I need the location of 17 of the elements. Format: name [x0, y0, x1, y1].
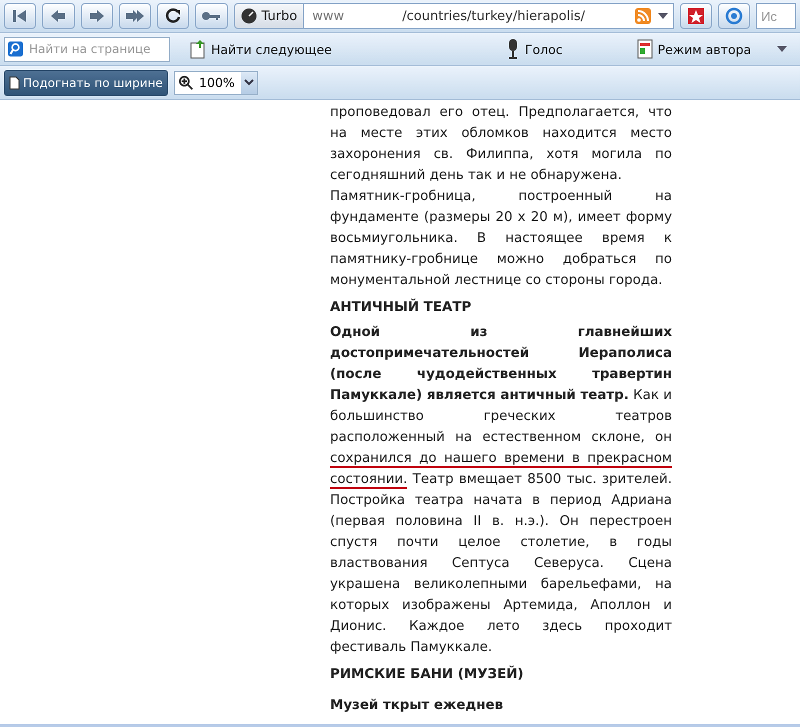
section-heading: РИМСКИЕ БАНИ (МУЗЕЙ) [330, 664, 525, 684]
section-heading: АНТИЧНЫЙ ТЕАТР [330, 298, 472, 317]
search-field[interactable]: Ис [756, 3, 796, 29]
find-next-button[interactable]: Найти следующее [186, 39, 336, 59]
url-host: www [312, 8, 346, 24]
zoom-select[interactable]: 100% [174, 70, 258, 94]
paragraph: проповедовал его отец. Предполагается, что на месте этих обломков находится место захоронения св. Филиппа, хотя могила по сегодняшний день так и не обнаружена. [330, 104, 672, 185]
url-path: /countries/turkey/hierapolis/ [402, 8, 586, 24]
paragraph: Одной из главнейших достопримечательностей Иераполиса (после чудодейственных травертин Памуккале) является античный театр. Как и большинство греческих театров расположенный на естественном склоне, он сохранился до нашего времени в прекрасном состоянии. Театр вмещает 8500 тыс. зрителей. Постройка театра начата в период Адриана (первая половина II в. н.э.). Он перестроен спустя почти целое столетие, в годы властвования Септуса Северуса. Сцена украшена великолепными барельефами, на которых изображены Артемида, Аполлон и Дионис. Каждое лето здесь проходит фестиваль Памуккале. [330, 324, 672, 657]
fit-width-button[interactable]: Подогнать по ширине [4, 70, 168, 96]
address-field[interactable]: www /countries/turkey/hierapolis/ [304, 3, 674, 29]
author-mode-button[interactable]: Режим автора [632, 39, 756, 59]
paragraph: Музей ткрыт ежеднев [330, 697, 504, 715]
paragraph: Памятник-гробница, построенный на фундаменте (размеры 20 x 20 м), имеет форму восьмиугольника. В настоящее время к памятнику-гробнице можно добраться по монументальной лестнице со стороны города. [330, 188, 672, 290]
voice-button[interactable]: Голос [502, 38, 567, 60]
turbo-button[interactable]: Turbo [234, 3, 304, 29]
find-field[interactable]: Найти на странице [4, 36, 170, 62]
